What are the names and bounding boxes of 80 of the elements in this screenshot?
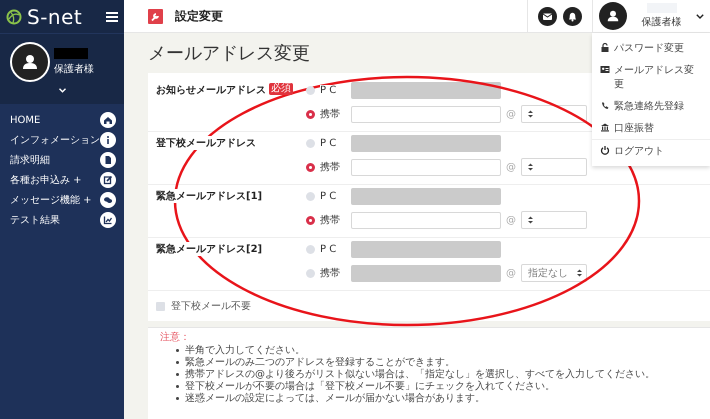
bullet-icon	[176, 360, 179, 364]
email-input-field[interactable]	[351, 240, 501, 258]
caret-icon	[577, 269, 582, 277]
chevron-down-icon[interactable]	[696, 14, 704, 18]
menu-icon[interactable]	[106, 12, 118, 22]
field-label: 緊急メールアドレス[1]	[156, 189, 262, 203]
sidebar-item[interactable]: 請求明細	[10, 153, 50, 167]
menu-item[interactable]: ログアウト	[614, 144, 664, 158]
domain-select[interactable]	[521, 105, 587, 123]
wrench-icon	[148, 8, 163, 24]
note-text: 登下校メールが不要の場合は「登下校メール不要」にチェックを入れてください。	[185, 380, 555, 392]
radio-button[interactable]	[306, 244, 315, 254]
sidebar-item[interactable]: 各種お申込み +	[10, 173, 82, 187]
header-title: 設定変更	[175, 8, 224, 24]
notes-heading: 注意：	[160, 332, 191, 344]
radio-button[interactable]	[306, 110, 315, 118]
email-input-field[interactable]	[351, 106, 501, 122]
document-icon[interactable]	[100, 152, 116, 168]
domain-select[interactable]: 指定なし	[521, 264, 587, 282]
email-input-field[interactable]	[351, 264, 501, 282]
sidebar-item[interactable]: メッセージ機能 +	[10, 193, 92, 207]
bullet-icon	[176, 396, 179, 400]
avatar	[10, 42, 50, 82]
field-label: 緊急メールアドレス[2]	[156, 242, 262, 256]
caret-icon	[528, 163, 533, 171]
sidebar-item[interactable]: インフォメーション	[10, 133, 100, 147]
redacted-name-block	[54, 48, 88, 59]
note-text: 緊急メールのみ二つのアドレスを登録することができます。	[185, 356, 455, 368]
caret-icon	[528, 216, 533, 224]
edit-icon[interactable]	[100, 172, 116, 188]
sidebar-item[interactable]: HOME	[10, 114, 40, 126]
mail-icon[interactable]	[538, 6, 557, 26]
chat-icon[interactable]	[100, 192, 116, 208]
at-sign: @	[506, 108, 516, 120]
email-input-field[interactable]	[351, 158, 501, 176]
bell-icon[interactable]	[563, 6, 582, 26]
chart-icon[interactable]	[100, 212, 116, 228]
at-sign: @	[506, 268, 516, 278]
note-text: 半角で入力してください。	[185, 344, 305, 356]
menu-item[interactable]: パスワード変更	[614, 41, 684, 55]
user-role: 保護者様	[642, 16, 682, 29]
radio-button[interactable]	[306, 86, 315, 94]
avatar[interactable]	[599, 2, 627, 30]
radio-button[interactable]	[306, 268, 315, 278]
menu-item[interactable]: 口座振替	[614, 121, 654, 135]
checkbox[interactable]	[156, 302, 165, 310]
bank-icon	[600, 122, 610, 133]
radio-button[interactable]	[306, 216, 315, 224]
checkbox-label: 登下校メール不要	[171, 299, 251, 313]
email-input-field[interactable]	[351, 188, 501, 204]
note-text: 迷惑メールの設定によっては、メールが届かない場合があります。	[185, 392, 485, 405]
caret-icon	[528, 110, 533, 118]
phone-icon	[600, 100, 610, 111]
info-icon[interactable]	[100, 132, 116, 148]
menu-item[interactable]: メールアドレス変更	[614, 63, 702, 91]
email-input-field[interactable]	[351, 134, 501, 152]
required-badge: 必須	[269, 83, 293, 95]
logo-text: S-net	[27, 4, 84, 28]
at-sign: @	[506, 214, 516, 226]
field-label: お知らせメールアドレス	[156, 83, 266, 97]
note-text: 携帯アドレスの@より後ろがリスト似ない場合は、「指定なし」を選択し、すべてを入力してください。	[185, 368, 655, 380]
menu-item[interactable]: 緊急連絡先登録	[614, 99, 684, 113]
field-label: 登下校メールアドレス	[156, 136, 256, 150]
radio-button[interactable]	[306, 138, 315, 148]
bullet-icon	[176, 372, 179, 376]
lock-icon	[600, 42, 610, 53]
radio-button[interactable]	[306, 162, 315, 172]
at-sign: @	[506, 162, 516, 172]
email-input-field[interactable]	[351, 212, 501, 228]
sidebar-item[interactable]: テスト結果	[10, 213, 60, 227]
email-input-field[interactable]	[351, 82, 501, 98]
home-icon[interactable]	[100, 112, 116, 128]
page-title: メールアドレス変更	[148, 42, 310, 65]
bullet-icon	[176, 384, 179, 388]
bullet-icon	[176, 348, 179, 352]
radio-button[interactable]	[306, 192, 315, 200]
globe-logo-icon	[6, 8, 22, 24]
power-icon	[600, 145, 610, 156]
id-card-icon	[600, 64, 610, 75]
user-role: 保護者様	[54, 62, 94, 76]
